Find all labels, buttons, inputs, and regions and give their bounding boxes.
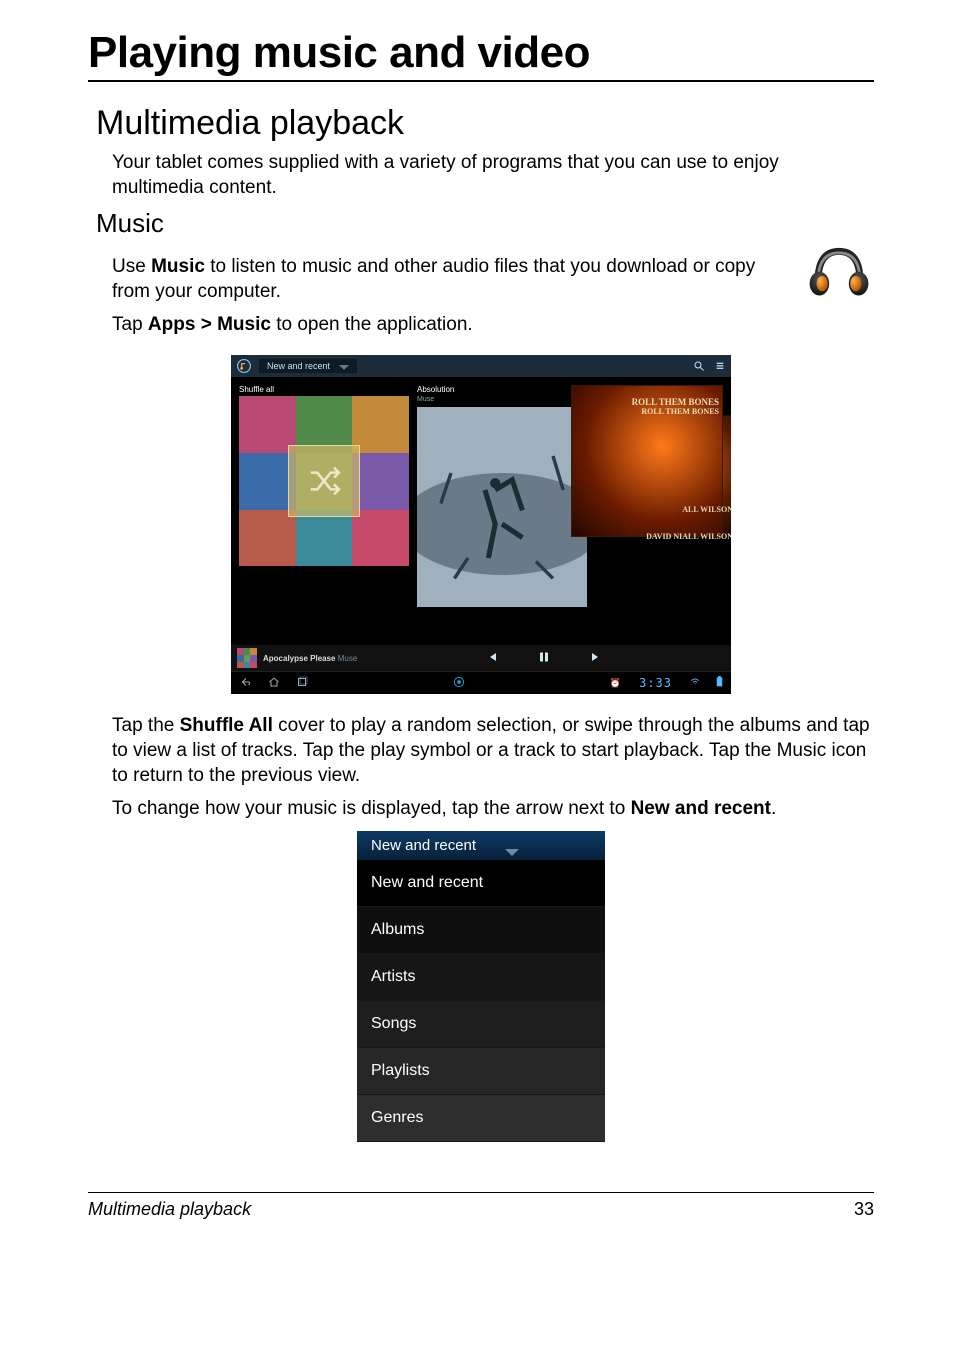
now-playing-artist: Muse bbox=[338, 654, 358, 663]
cover-text: ROLL THEM BONES bbox=[632, 407, 719, 416]
view-dropdown-screenshot: New and recent New and recent Albums Art… bbox=[357, 831, 605, 1142]
dropdown-item-genres[interactable]: Genres bbox=[357, 1095, 605, 1142]
shuffle-all-term: Shuffle All bbox=[180, 715, 273, 736]
section-heading: Multimedia playback bbox=[96, 104, 874, 143]
cover-text: DAVID NIALL WILSON bbox=[646, 532, 731, 541]
battery-icon bbox=[716, 676, 723, 690]
text: Use bbox=[112, 256, 151, 277]
page-title: Playing music and video bbox=[88, 28, 874, 82]
text: to open the application. bbox=[271, 314, 473, 335]
music-app-icon[interactable] bbox=[237, 359, 251, 373]
album-title: Absolution bbox=[417, 385, 587, 394]
dropdown-item-new-and-recent[interactable]: New and recent bbox=[357, 860, 605, 907]
shuffle-icon bbox=[288, 445, 360, 517]
search-icon[interactable] bbox=[693, 360, 705, 372]
album-sonic-legends[interactable]: Sonic Legends Matthew Steckler ROLL THEM… bbox=[595, 385, 723, 645]
album-artist: Muse bbox=[417, 396, 587, 403]
now-playing-title: Apocalypse Please bbox=[263, 654, 335, 663]
shuffle-paragraph: Tap the Shuffle All cover to play a rand… bbox=[112, 714, 874, 788]
recent-apps-icon[interactable] bbox=[295, 676, 309, 691]
dropdown-arrow-icon bbox=[339, 365, 349, 370]
home-icon[interactable] bbox=[267, 676, 281, 691]
pause-icon[interactable] bbox=[538, 651, 550, 666]
shuffle-all-tile[interactable]: Shuffle all bbox=[239, 385, 409, 645]
footer-section-name: Multimedia playback bbox=[88, 1199, 251, 1220]
album-absolution[interactable]: Absolution Muse bbox=[417, 385, 587, 645]
headphones-icon bbox=[804, 241, 874, 301]
view-selector-tab[interactable]: New and recent bbox=[259, 359, 357, 373]
cover-text: ALL WILSON bbox=[646, 505, 731, 514]
target-icon[interactable] bbox=[452, 675, 466, 689]
text: To change how your music is displayed, t… bbox=[112, 798, 631, 819]
subsection-heading: Music bbox=[96, 208, 874, 239]
change-view-paragraph: To change how your music is displayed, t… bbox=[112, 797, 874, 822]
text: . bbox=[771, 798, 776, 819]
menu-icon[interactable] bbox=[715, 360, 725, 372]
text: Tap bbox=[112, 314, 148, 335]
intro-paragraph: Your tablet comes supplied with a variet… bbox=[112, 151, 874, 200]
text: Tap the bbox=[112, 715, 180, 736]
dropdown-header-label: New and recent bbox=[371, 837, 476, 854]
dropdown-item-playlists[interactable]: Playlists bbox=[357, 1048, 605, 1095]
text: to listen to music and other audio files… bbox=[112, 256, 755, 302]
now-playing-art bbox=[237, 648, 257, 668]
tap-apps-paragraph: Tap Apps > Music to open the application… bbox=[112, 313, 794, 338]
page-footer: Multimedia playback 33 bbox=[88, 1192, 874, 1220]
alarm-icon[interactable]: ⏰ bbox=[610, 678, 621, 689]
new-and-recent-term: New and recent bbox=[631, 798, 771, 819]
dropdown-item-songs[interactable]: Songs bbox=[357, 1001, 605, 1048]
next-track-icon[interactable] bbox=[590, 651, 604, 666]
apps-music-path: Apps > Music bbox=[148, 314, 271, 335]
wifi-icon bbox=[690, 676, 700, 690]
dropdown-arrow-icon bbox=[505, 849, 519, 856]
previous-track-icon[interactable] bbox=[484, 651, 498, 666]
music-paragraph: Use Music to listen to music and other a… bbox=[112, 255, 794, 304]
dropdown-item-artists[interactable]: Artists bbox=[357, 954, 605, 1001]
status-clock: 3:33 bbox=[639, 676, 672, 690]
back-icon[interactable] bbox=[239, 676, 253, 691]
view-selector-label: New and recent bbox=[267, 361, 330, 371]
cover-text: ROLL THEM BONES bbox=[632, 397, 719, 407]
system-nav-bar: ⏰ 3:33 bbox=[231, 671, 731, 694]
now-playing-bar[interactable]: Apocalypse Please Muse bbox=[231, 645, 731, 671]
music-app-screenshot: New and recent Shuffle all bbox=[231, 355, 731, 694]
footer-page-number: 33 bbox=[854, 1199, 874, 1220]
dropdown-item-albums[interactable]: Albums bbox=[357, 907, 605, 954]
music-app-name: Music bbox=[151, 256, 205, 277]
dropdown-header[interactable]: New and recent bbox=[357, 831, 605, 860]
shuffle-all-label: Shuffle all bbox=[239, 385, 409, 394]
